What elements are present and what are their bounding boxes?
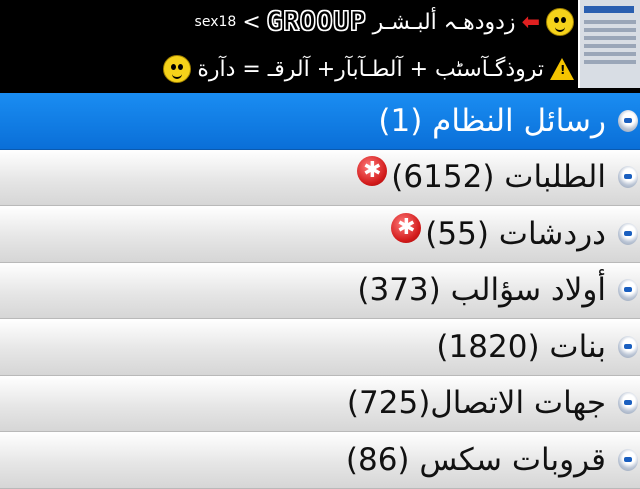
- new-badge-icon: ✱: [357, 156, 388, 187]
- header-banner: sex18 < GROOUP زدودهـہ ألبـشـر ⬅ تروذگـآ…: [0, 0, 640, 93]
- bullet-icon: [618, 279, 638, 302]
- bullet-icon: [618, 392, 638, 415]
- warning-icon: !: [550, 58, 574, 80]
- arrow-icon: ⬅: [521, 9, 540, 35]
- bullet-icon: [618, 335, 638, 358]
- new-badge-icon: ✱: [391, 212, 422, 243]
- list-item[interactable]: ✱ الطلبات (6152): [0, 149, 640, 206]
- list-item-label: قروبات سكس (86): [345, 441, 606, 478]
- bullet-icon: [618, 448, 638, 471]
- list-item[interactable]: جهات الاتصال(725): [0, 375, 640, 432]
- header-tag: sex18: [194, 14, 237, 30]
- laughing-smiley-icon: [163, 55, 192, 83]
- list-item-label: رسائل النظام (1): [378, 102, 606, 139]
- list-item-label: أولاد سؤالب (373): [357, 272, 606, 309]
- list-item[interactable]: بنات (1820): [0, 319, 640, 376]
- bullet-icon: [618, 222, 638, 245]
- group-title: GROOUP: [266, 7, 367, 38]
- list-item-label: بنات (1820): [436, 328, 606, 365]
- menu-list: رسائل النظام (1) ✱ الطلبات (6152) ✱ دردشات (…: [0, 93, 640, 489]
- list-item-label: الطلبات (6152): [391, 159, 606, 196]
- list-item-label: جهات الاتصال(725): [346, 385, 606, 422]
- bullet-icon: [618, 109, 638, 132]
- list-item[interactable]: قروبات سكس (86): [0, 432, 640, 489]
- list-item[interactable]: ✱ دردشات (55): [0, 206, 640, 263]
- list-item[interactable]: أولاد سؤالب (373): [0, 262, 640, 319]
- header-line-1: sex18 < GROOUP زدودهـہ ألبـشـر ⬅: [195, 4, 574, 40]
- list-item[interactable]: رسائل النظام (1): [0, 93, 640, 150]
- surprised-smiley-icon: [546, 8, 574, 36]
- header-arabic-2: تروذگـآسٹب + آلطـآبآر+ آلرقـ = دآرة: [197, 56, 544, 82]
- preview-thumbnail: [578, 0, 640, 88]
- bullet-icon: [618, 166, 638, 189]
- list-item-label: دردشات (55): [425, 215, 606, 252]
- header-line-2: تروذگـآسٹب + آلطـآبآر+ آلرقـ = دآرة !: [163, 50, 574, 88]
- header-arabic-1: زدودهـہ ألبـشـر: [372, 9, 516, 35]
